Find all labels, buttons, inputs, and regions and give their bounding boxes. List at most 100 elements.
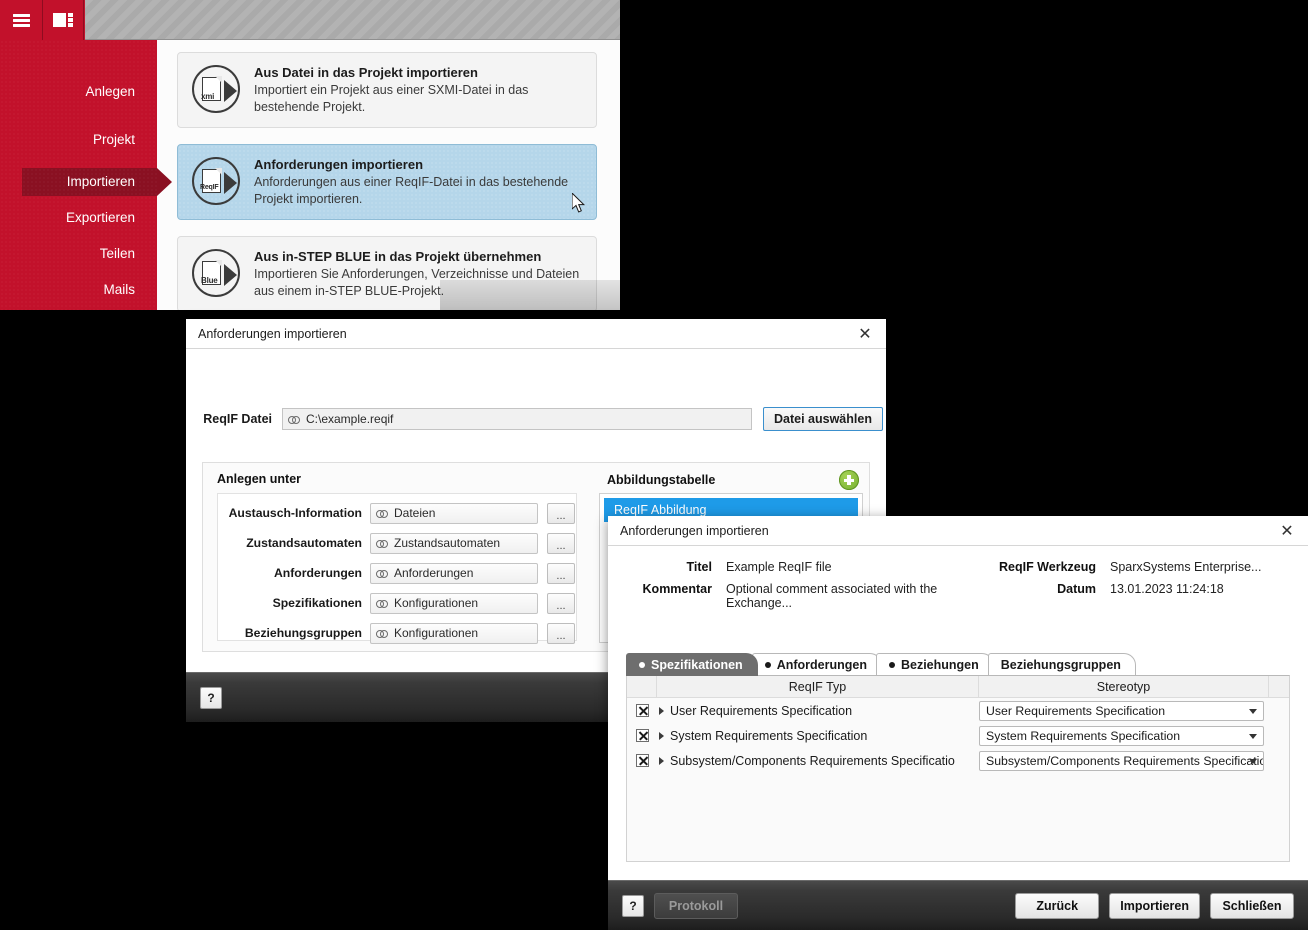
tab-beziehungen[interactable]: Beziehungen — [876, 653, 994, 676]
expand-triangle-icon[interactable] — [659, 757, 664, 765]
tab-spezifikationen[interactable]: Spezifikationen — [626, 653, 758, 676]
chevron-down-icon — [1249, 759, 1257, 764]
table-row[interactable]: Subsystem/Components Requirements Specif… — [627, 748, 1289, 773]
field-text: Zustandsautomaten — [394, 536, 500, 550]
close-button[interactable]: Schließen — [1210, 893, 1294, 919]
link-icon — [376, 599, 389, 608]
instep-blue-import-icon: Blue — [192, 249, 240, 297]
meta-key-werkzeug: ReqIF Werkzeug — [978, 560, 1110, 574]
sidebar-item-teilen[interactable]: Teilen — [0, 240, 157, 268]
column-header-stereotyp: Stereotyp — [979, 676, 1269, 697]
field-label: Austausch-Information — [218, 506, 362, 520]
content-area: xmi Aus Datei in das Projekt importieren… — [157, 40, 620, 310]
meta-value-titel: Example ReqIF file — [726, 560, 978, 574]
chevron-down-icon — [1249, 734, 1257, 739]
close-icon[interactable]: ✕ — [844, 319, 886, 348]
mapping-table-header: Abbildungstabelle — [591, 463, 871, 496]
screen: xmi Aus Datei in das Projekt importieren… — [0, 0, 1308, 930]
plus-circle-icon[interactable] — [839, 470, 859, 490]
sidebar-item-label: Importieren — [67, 174, 135, 189]
choose-file-button[interactable]: Datei auswählen — [763, 407, 883, 431]
field-label: Spezifikationen — [218, 596, 362, 610]
browse-button[interactable]: ... — [547, 593, 575, 614]
row-checkbox[interactable] — [636, 729, 649, 742]
tab-beziehungsgruppen[interactable]: Beziehungsgruppen — [988, 653, 1136, 676]
dialog2-titlebar: Anforderungen importieren ✕ — [608, 516, 1308, 546]
dialog2-footer: ? Protokoll Zurück Importieren Schließen — [608, 880, 1308, 930]
sidebar-item-mails[interactable]: Mails — [0, 276, 157, 304]
tab-label: Beziehungsgruppen — [1001, 658, 1121, 672]
reqif-file-row: ReqIF Datei C:\example.reqif Datei auswä… — [186, 407, 886, 431]
back-button[interactable]: Zurück — [1015, 893, 1099, 919]
dialog2-body: Titel Example ReqIF file ReqIF Werkzeug … — [608, 546, 1308, 880]
meta-value-datum: 13.01.2023 11:24:18 — [1110, 582, 1300, 596]
card-title: Aus in-STEP BLUE in das Projekt übernehm… — [254, 249, 582, 264]
field-row-austausch-information: Austausch-Information Dateien ... — [218, 502, 576, 524]
browse-button[interactable]: ... — [547, 563, 575, 584]
field-value[interactable]: Konfigurationen — [370, 623, 538, 644]
sidebar-item-importieren[interactable]: Importieren — [22, 168, 157, 196]
row-checkbox[interactable] — [636, 754, 649, 767]
sidebar-item-label: Mails — [103, 282, 135, 297]
field-value[interactable]: Anforderungen — [370, 563, 538, 584]
meta-value-kommentar: Optional comment associated with the Exc… — [726, 582, 978, 610]
import-card-reqif[interactable]: ReqIF Anforderungen importieren Anforder… — [177, 144, 597, 220]
expand-triangle-icon[interactable] — [659, 707, 664, 715]
sidebar-item-anlegen[interactable]: Anlegen — [0, 78, 157, 106]
reqif-file-value: C:\example.reqif — [306, 412, 393, 426]
cell-reqif-typ: Subsystem/Components Requirements Specif… — [670, 754, 955, 768]
menu-button[interactable] — [0, 0, 42, 40]
tab-label: Beziehungen — [901, 658, 979, 672]
expand-triangle-icon[interactable] — [659, 732, 664, 740]
sidebar-item-label: Anlegen — [85, 84, 135, 99]
sidebar-item-label: Projekt — [93, 132, 135, 147]
titlebar-buttons — [0, 0, 85, 40]
window-shadow — [440, 280, 620, 310]
link-icon — [376, 509, 389, 518]
field-text: Konfigurationen — [394, 626, 478, 640]
row-checkbox[interactable] — [636, 704, 649, 717]
import-card-sxmi[interactable]: xmi Aus Datei in das Projekt importieren… — [177, 52, 597, 128]
tab-dot-icon — [889, 662, 895, 668]
sidebar-item-projekt[interactable]: Projekt — [0, 126, 157, 154]
create-under-panel: Anlegen unter Austausch-Information Date… — [203, 463, 591, 653]
link-icon — [376, 569, 389, 578]
help-button[interactable]: ? — [622, 895, 644, 917]
field-value[interactable]: Konfigurationen — [370, 593, 538, 614]
dialog2-tabs: Spezifikationen Anforderungen Beziehunge… — [626, 652, 1130, 676]
field-label: Zustandsautomaten — [218, 536, 362, 550]
sidebar-item-exportieren[interactable]: Exportieren — [0, 204, 157, 232]
browse-button[interactable]: ... — [547, 623, 575, 644]
cell-stereotype: User Requirements Specification — [986, 704, 1263, 718]
browse-button[interactable]: ... — [547, 533, 575, 554]
icon-label: ReqIF — [200, 184, 218, 191]
dialog1-titlebar: Anforderungen importieren ✕ — [186, 319, 886, 349]
import-button[interactable]: Importieren — [1109, 893, 1200, 919]
layout-button[interactable] — [42, 0, 84, 40]
tab-anforderungen[interactable]: Anforderungen — [752, 653, 882, 676]
specifications-table: ReqIF Typ Stereotyp User Requirements Sp… — [626, 675, 1290, 862]
cell-reqif-typ: System Requirements Specification — [670, 729, 867, 743]
browse-button[interactable]: ... — [547, 503, 575, 524]
tab-dot-icon — [639, 662, 645, 668]
table-row[interactable]: User Requirements Specification User Req… — [627, 698, 1289, 723]
stereotype-dropdown[interactable]: Subsystem/Components Requirements Specif… — [979, 751, 1264, 771]
card-title: Aus Datei in das Projekt importieren — [254, 65, 582, 80]
close-icon[interactable]: ✕ — [1266, 516, 1308, 545]
table-row[interactable]: System Requirements Specification System… — [627, 723, 1289, 748]
field-row-zustandsautomaten: Zustandsautomaten Zustandsautomaten ... — [218, 532, 576, 554]
stereotype-dropdown[interactable]: System Requirements Specification — [979, 726, 1264, 746]
field-value[interactable]: Zustandsautomaten — [370, 533, 538, 554]
help-button[interactable]: ? — [200, 687, 222, 709]
reqif-file-input[interactable]: C:\example.reqif — [282, 408, 752, 430]
stereotype-dropdown[interactable]: User Requirements Specification — [979, 701, 1264, 721]
field-label: Beziehungsgruppen — [218, 626, 362, 640]
navigation-sidebar: Anlegen Projekt Importieren Exportieren … — [0, 40, 157, 310]
icon-label: xmi — [201, 92, 214, 101]
field-value[interactable]: Dateien — [370, 503, 538, 524]
application-window: xmi Aus Datei in das Projekt importieren… — [0, 0, 620, 310]
cell-reqif-typ: User Requirements Specification — [670, 704, 852, 718]
protocol-button[interactable]: Protokoll — [654, 893, 738, 919]
create-under-fields: Austausch-Information Dateien ... Zustan… — [217, 493, 577, 641]
sidebar-item-label: Teilen — [100, 246, 135, 261]
